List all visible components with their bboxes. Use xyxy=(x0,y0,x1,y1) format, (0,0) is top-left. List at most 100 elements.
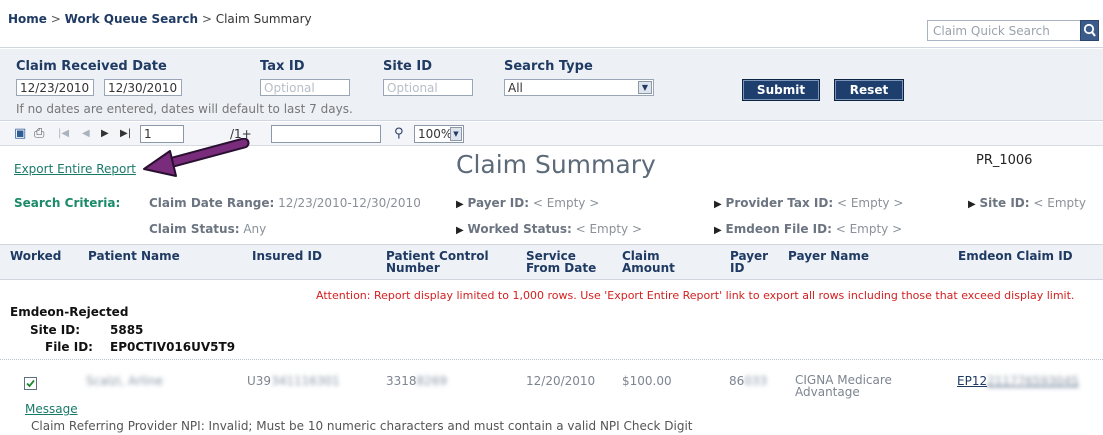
search-type-value: All xyxy=(508,81,523,95)
message-link[interactable]: Message xyxy=(25,402,78,416)
site-id-input[interactable]: Optional xyxy=(383,79,473,96)
insured-id-prefix: U39 xyxy=(247,374,272,388)
zoom-value: 100% xyxy=(418,127,453,141)
criteria-value: < Empty > xyxy=(575,222,643,236)
print-icon[interactable]: ⎙ xyxy=(34,126,44,141)
group-file-value: EP0CTIV016UV5T9 xyxy=(110,340,236,354)
criteria-value: < Empty > xyxy=(532,196,600,210)
criteria-worked-status: ▶ Worked Status: < Empty > xyxy=(456,222,642,236)
criteria-value: 12/23/2010-12/30/2010 xyxy=(278,196,421,210)
payer-name-line: Advantage xyxy=(795,385,860,399)
search-type-label: Search Type xyxy=(504,59,593,74)
criteria-site-id: ▶ Site ID: < Empty xyxy=(968,196,1086,210)
claim-id-prefix: EP12 xyxy=(957,374,988,388)
payer-id-redacted: 033 xyxy=(744,374,768,388)
criteria-key: Payer ID: xyxy=(467,196,530,210)
breadcrumb-separator: > xyxy=(50,12,61,26)
site-id-label: Site ID xyxy=(383,59,433,74)
criteria-key: Site ID: xyxy=(979,196,1030,210)
criteria-key: Claim Date Range: xyxy=(149,196,275,210)
group-file-label: File ID: xyxy=(45,340,93,354)
group-site-value: 5885 xyxy=(110,323,144,337)
col-label-line: Amount xyxy=(622,261,675,275)
pcn-prefix: 3318 xyxy=(386,374,417,388)
filter-panel: Claim Received Date 12/23/2010 12/30/201… xyxy=(0,49,1103,121)
chevron-down-icon[interactable]: ▼ xyxy=(450,127,462,141)
breadcrumb-home[interactable]: Home xyxy=(8,12,47,26)
emdeon-claim-id-link[interactable]: EP1221177659304S xyxy=(957,374,1079,388)
checkmark-icon xyxy=(26,379,35,388)
binoculars-icon[interactable]: ⚲ xyxy=(394,126,404,141)
payer-name-cell: CIGNA Medicare Advantage xyxy=(795,374,892,398)
criteria-file-id: ▶ Emdeon File ID: < Empty > xyxy=(714,222,902,236)
col-worked[interactable]: Worked xyxy=(10,250,61,262)
criteria-date-range: Claim Date Range: 12/23/2010-12/30/2010 xyxy=(149,196,421,210)
prev-page-icon[interactable]: ◀ xyxy=(82,128,90,139)
search-type-select[interactable]: All ▼ xyxy=(504,79,654,96)
service-date-cell: 12/20/2010 xyxy=(526,374,596,388)
chevron-down-icon[interactable]: ▼ xyxy=(638,81,652,94)
criteria-key: Provider Tax ID: xyxy=(725,196,834,210)
date-from-input[interactable]: 12/23/2010 xyxy=(16,79,94,96)
col-label-line: ID xyxy=(730,261,745,275)
claim-id-redacted: 21177659304S xyxy=(987,374,1079,388)
tax-id-input[interactable]: Optional xyxy=(260,79,350,96)
quick-search-button[interactable] xyxy=(1080,20,1099,41)
worked-checkbox[interactable] xyxy=(24,377,37,390)
export-icon[interactable]: ▣ xyxy=(14,126,26,141)
claim-quick-search-input[interactable]: Claim Quick Search xyxy=(927,20,1082,41)
criteria-provider-tax-id: ▶ Provider Tax ID: < Empty > xyxy=(714,196,903,210)
criteria-payer-id: ▶ Payer ID: < Empty > xyxy=(456,196,599,210)
breadcrumb-current: Claim Summary xyxy=(215,12,312,26)
triangle-right-icon: ▶ xyxy=(714,225,722,236)
received-date-label: Claim Received Date xyxy=(16,59,167,74)
col-label-line: From Date xyxy=(526,261,597,275)
col-payer-id[interactable]: Payer ID xyxy=(730,250,768,274)
search-criteria-label: Search Criteria: xyxy=(14,196,121,210)
patient-name-cell: Scalzi, Arline xyxy=(86,374,163,388)
last-page-icon[interactable]: ▶| xyxy=(120,128,131,139)
col-service-from-date[interactable]: Service From Date xyxy=(526,250,596,274)
date-hint-text: If no dates are entered, dates will defa… xyxy=(16,102,353,116)
criteria-claim-status: Claim Status: Any xyxy=(149,222,266,236)
pcn-cell: 33188269 xyxy=(386,374,447,388)
grid-header: Worked Patient Name Insured ID Patient C… xyxy=(0,244,1103,280)
col-claim-amount[interactable]: Claim Amount xyxy=(622,250,675,274)
report-id: PR_1006 xyxy=(976,153,1033,168)
find-text-input[interactable] xyxy=(271,125,381,143)
attention-message: Attention: Report display limited to 1,0… xyxy=(316,289,1075,302)
col-label-line: Number xyxy=(386,261,440,275)
criteria-value: < Empty > xyxy=(835,222,903,236)
export-entire-report-link[interactable]: Export Entire Report xyxy=(14,162,136,176)
date-to-input[interactable]: 12/30/2010 xyxy=(104,79,182,96)
criteria-key: Claim Status: xyxy=(149,222,240,236)
next-page-icon[interactable]: ▶ xyxy=(101,128,109,139)
breadcrumb-work-queue[interactable]: Work Queue Search xyxy=(65,12,198,26)
col-patient-name[interactable]: Patient Name xyxy=(88,250,180,262)
criteria-value: < Empty xyxy=(1033,196,1086,210)
payer-id-prefix: 86 xyxy=(729,374,745,388)
breadcrumb-separator: > xyxy=(201,12,212,26)
col-insured-id[interactable]: Insured ID xyxy=(252,250,322,262)
col-payer-name[interactable]: Payer Name xyxy=(788,250,869,262)
breadcrumb: Home > Work Queue Search > Claim Summary xyxy=(8,12,312,26)
search-icon xyxy=(1083,23,1096,37)
first-page-icon[interactable]: |◀ xyxy=(58,128,69,139)
row-divider xyxy=(0,359,1103,360)
criteria-key: Emdeon File ID: xyxy=(725,222,832,236)
pcn-redacted: 8269 xyxy=(416,374,448,388)
submit-button[interactable]: Submit xyxy=(742,79,820,101)
annotation-arrow xyxy=(143,138,250,177)
zoom-select[interactable]: 100% ▼ xyxy=(414,125,464,143)
tax-id-label: Tax ID xyxy=(260,59,305,74)
triangle-right-icon: ▶ xyxy=(714,199,722,210)
reset-button[interactable]: Reset xyxy=(834,79,904,101)
insured-id-cell: U39341116301 xyxy=(247,374,340,388)
insured-id-redacted: 341116301 xyxy=(271,374,340,388)
col-patient-control-number[interactable]: Patient Control Number xyxy=(386,250,489,274)
group-status: Emdeon-Rejected xyxy=(10,305,129,319)
triangle-right-icon: ▶ xyxy=(456,199,464,210)
group-site-label: Site ID: xyxy=(30,323,81,337)
col-emdeon-claim-id[interactable]: Emdeon Claim ID xyxy=(958,250,1073,262)
report-title: Claim Summary xyxy=(456,150,656,179)
